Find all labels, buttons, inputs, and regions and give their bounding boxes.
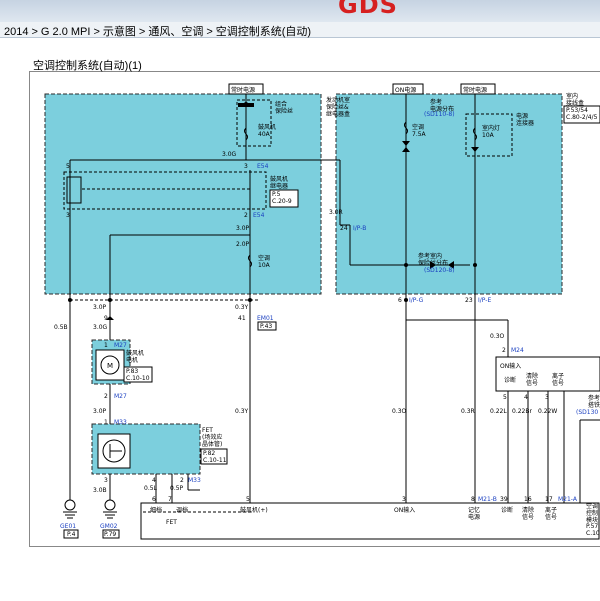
- pin-2: 2: [244, 212, 248, 219]
- ground-ge01-icon: [64, 499, 76, 511]
- connector-m27-b: M27: [114, 393, 127, 400]
- pin-3-m33: 3: [104, 477, 108, 484]
- ground-gm02-label: GM02: [100, 523, 118, 530]
- ground-ge01-ref: P.4: [67, 531, 76, 538]
- label-ion-signal: 离子信号: [552, 372, 564, 387]
- pin-1-m33: 1: [104, 419, 108, 426]
- pin-ctrl-39: 39: [500, 496, 508, 503]
- pin-3-top: 3: [244, 163, 248, 170]
- ctrl-module-name: 空调控制模块: [586, 502, 598, 524]
- ctrl-label-blower: 鼓风机(+): [240, 506, 268, 514]
- label-on-input: ON输入: [500, 362, 521, 370]
- ctrl-label-memory: 记忆电源: [468, 506, 480, 521]
- pin-ctrl-17: 17: [545, 496, 553, 503]
- pin-2-m24: 2: [502, 347, 506, 354]
- wire-3.0b: 3.0B: [93, 487, 107, 494]
- connector-m33-b: M33: [188, 477, 201, 484]
- wire-0.3y-a: 0.3Y: [235, 304, 249, 311]
- wire-0.3o-a: 0.3O: [490, 333, 505, 340]
- pin-1-m27: 1: [104, 342, 108, 349]
- pin-2-m27: 2: [104, 393, 108, 400]
- connector-e54-bottom: E54: [253, 212, 265, 219]
- ctrl-label-on: ON输入: [394, 506, 415, 514]
- connector-ip-g: I/P-G: [409, 297, 424, 304]
- pin-4-m24: 4: [524, 394, 528, 401]
- pin-6: 6: [398, 297, 402, 304]
- connector-m21-a: M21-A: [558, 496, 578, 503]
- pin-24: 24: [340, 225, 348, 232]
- connector-ip-e: I/P-E: [478, 297, 491, 304]
- ctrl-label-fine: 细档: [150, 506, 162, 514]
- connector-e54-top: E54: [257, 163, 269, 170]
- connector-em01: EM01: [257, 315, 274, 322]
- ctrl-label-clear: 清除信号: [522, 506, 534, 521]
- wire-3.0r: 3.0R: [329, 209, 343, 216]
- ctrl-label-ion: 离子信号: [545, 506, 557, 521]
- pin-5-m24: 5: [503, 394, 507, 401]
- pin-ctrl-5: 5: [246, 496, 250, 503]
- ref-room-code: (SD120-8): [424, 267, 455, 274]
- ground-gm02-icon: [104, 499, 116, 511]
- ref-power-code: (SD110-8): [424, 111, 455, 118]
- pin-3: 3: [66, 212, 70, 219]
- pin-41: 41: [238, 315, 246, 322]
- svg-text:M: M: [107, 362, 113, 370]
- ground-ge01-label: GE01: [60, 523, 76, 530]
- pin-ctrl-3: 3: [402, 496, 406, 503]
- wire-0.3y-b: 0.3Y: [235, 408, 249, 415]
- wire-0.5b: 0.5B: [54, 324, 68, 331]
- label-hot-power-right: 常时电源: [463, 86, 487, 94]
- wire-0.22br: 0.22Br: [512, 408, 532, 415]
- ctrl-label-diag: 诊断: [501, 506, 513, 514]
- pin-3-m24: 3: [545, 394, 549, 401]
- connector-m27-a: M27: [114, 342, 127, 349]
- label-fet: FET (场效应晶体管): [202, 427, 222, 448]
- wire-0.22w: 0.22W: [538, 408, 557, 415]
- label-hot-power: 常时电源: [231, 86, 255, 94]
- label-clear-signal: 清除信号: [526, 372, 538, 387]
- wire-0.3r: 0.3R: [461, 408, 475, 415]
- label-engine-fusebox: 发动机室保险丝&继电器盒: [326, 96, 350, 118]
- pin-4-m33: 4: [152, 477, 156, 484]
- label-ref-ground: 参考搭铁分布: [588, 394, 600, 409]
- ctrl-module-ref: P.57 C.10: [586, 523, 600, 537]
- wire-3.0p-c: 3.0P: [93, 408, 107, 415]
- connector-m21-b: M21-B: [478, 496, 497, 503]
- wire-2.0p: 2.0P: [236, 241, 250, 248]
- wire-0.22l: 0.22L: [490, 408, 507, 415]
- pin-ctrl-8: 8: [471, 496, 475, 503]
- connector-ip-b: I/P-B: [353, 225, 366, 232]
- ref-em01: P.43: [260, 323, 272, 330]
- wire-0.5p: 0.5P: [170, 485, 184, 492]
- label-blower-relay: 鼓风机继电器: [270, 175, 288, 190]
- ground-symbols: [63, 499, 117, 519]
- wire-3.0g-b: 3.0G: [93, 324, 108, 331]
- wiring-diagram: M 常时电源 ON电源 常时电源 组合保险丝 发动机室保险丝&继电器盒 鼓风机 …: [44, 83, 600, 540]
- wire-3.0p-b: 3.0P: [93, 304, 107, 311]
- label-on-power: ON电源: [395, 86, 416, 94]
- pin-ctrl-7: 7: [168, 496, 172, 503]
- wire-3.0p-a: 3.0P: [236, 225, 250, 232]
- label-room-jb: 室内接线盒: [566, 92, 584, 107]
- wire-0.5l: 0.5L: [144, 485, 158, 492]
- pin-2-m33: 2: [180, 477, 184, 484]
- pin-ctrl-6: 6: [152, 496, 156, 503]
- pin-23: 23: [465, 297, 473, 304]
- wire-3.0g-a: 3.0G: [222, 151, 237, 158]
- ctrl-label-fet: FET: [166, 519, 177, 526]
- connector-m24: M24: [511, 347, 524, 354]
- pin-5: 5: [66, 163, 70, 170]
- label-blower-motor: 鼓风机电机: [126, 349, 144, 364]
- wire-0.3o-b: 0.3O: [392, 408, 407, 415]
- connector-m33-a: M33: [114, 419, 127, 426]
- pin-9: 9: [104, 315, 108, 322]
- label-ac-fuse-left: 空调 10A: [258, 254, 271, 269]
- ctrl-label-coarse: 调档: [176, 506, 188, 514]
- ground-gm02-ref: P.79: [104, 531, 116, 538]
- pin-ctrl-16: 16: [524, 496, 532, 503]
- ref-ground-code: (SD130: [576, 409, 598, 416]
- label-diag: 诊断: [504, 376, 516, 384]
